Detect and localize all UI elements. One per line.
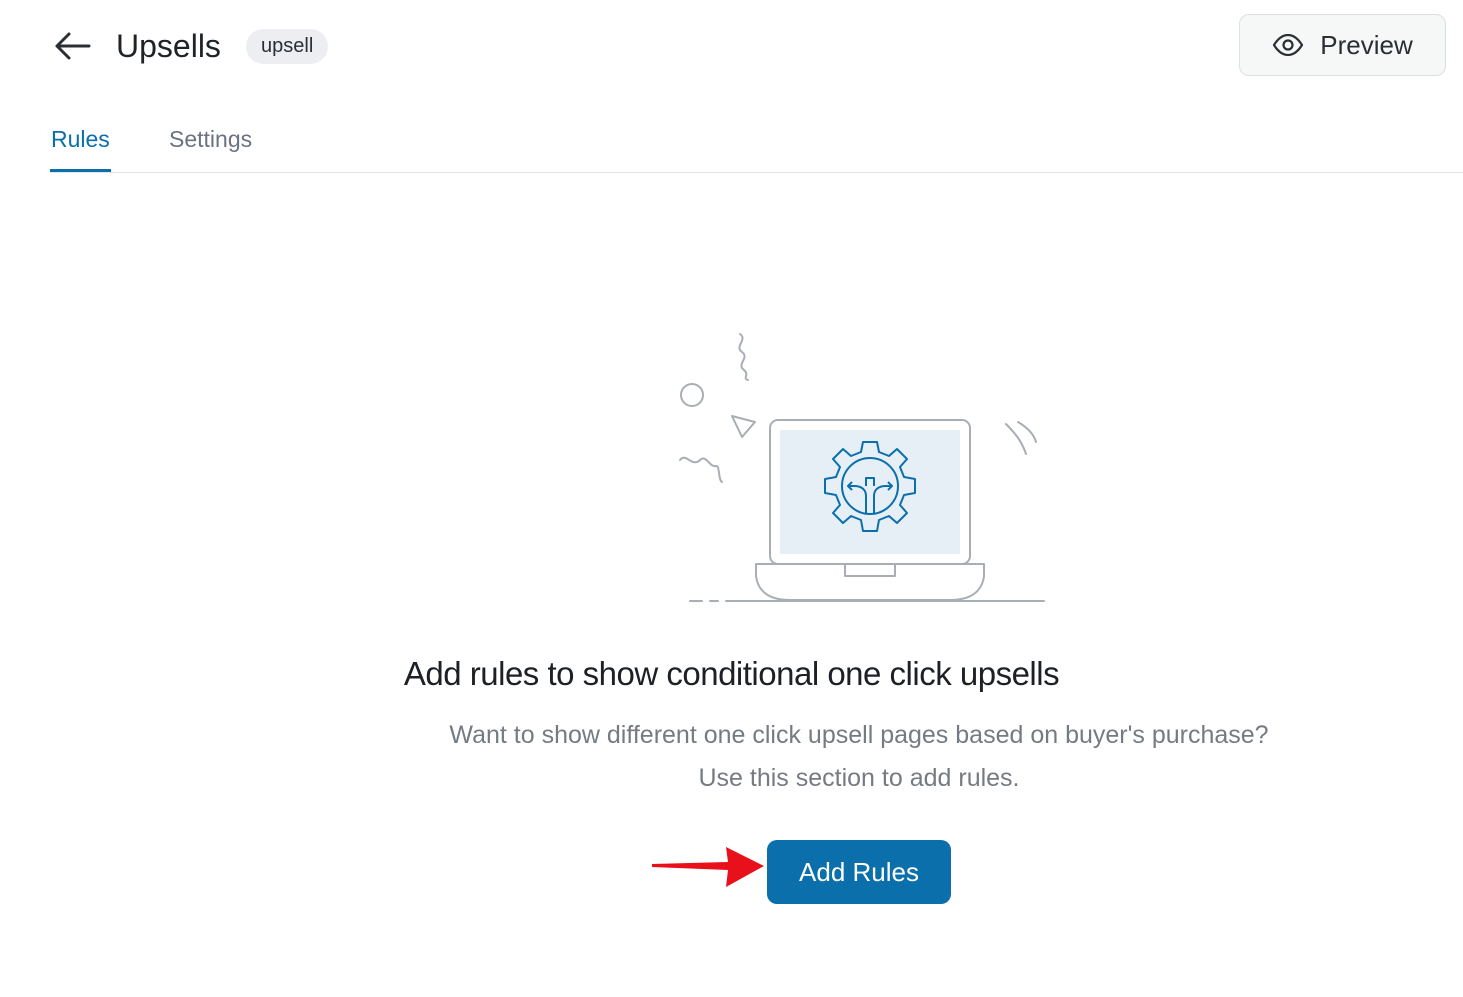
add-rules-button[interactable]: Add Rules bbox=[767, 840, 951, 904]
red-pointer-arrow-icon bbox=[652, 847, 764, 887]
empty-state-description-line-1: Want to show different one click upsell … bbox=[449, 721, 1269, 749]
back-button[interactable] bbox=[50, 26, 94, 66]
laptop-gear-icon bbox=[679, 333, 1045, 602]
empty-state-title: Add rules to show conditional one click … bbox=[403, 655, 1060, 692]
tab-bar: Rules Settings bbox=[50, 112, 1463, 173]
eye-icon bbox=[1273, 34, 1304, 56]
type-badge: upsell bbox=[246, 29, 329, 64]
preview-label: Preview bbox=[1320, 29, 1413, 60]
preview-button[interactable]: Preview bbox=[1239, 14, 1446, 76]
tab-rules[interactable]: Rules bbox=[50, 126, 111, 172]
page-header: Upsells upsell Preview bbox=[0, 0, 1463, 92]
arrow-left-icon bbox=[55, 32, 91, 60]
empty-state-description-line-2: Use this section to add rules. bbox=[698, 764, 1020, 792]
empty-state-description: Want to show different one click upsell … bbox=[0, 714, 1463, 800]
page-title: Upsells bbox=[116, 28, 221, 64]
tab-settings[interactable]: Settings bbox=[169, 126, 252, 172]
